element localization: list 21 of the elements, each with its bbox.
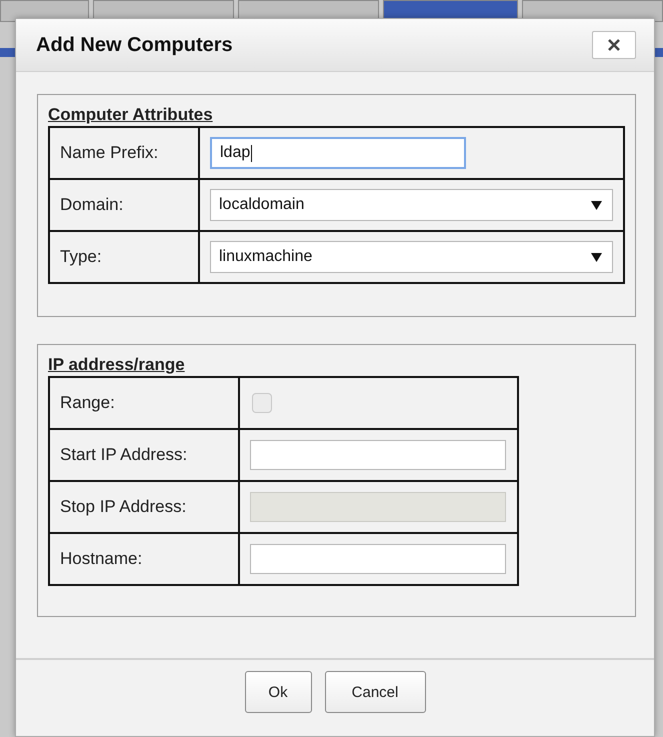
- close-icon: [607, 38, 621, 52]
- text-field[interactable]: ldap: [210, 137, 466, 169]
- field-label: Hostname:: [49, 533, 239, 585]
- section-legend: IP address/range: [48, 355, 185, 375]
- field-label: Name Prefix:: [49, 127, 199, 179]
- text-field[interactable]: [250, 440, 506, 470]
- section-legend: Computer Attributes: [48, 105, 213, 125]
- dropdown[interactable]: localdomain: [210, 189, 613, 221]
- field-label: Stop IP Address:: [49, 481, 239, 533]
- field-label: Range:: [49, 377, 239, 429]
- dialog-button[interactable]: Ok: [244, 671, 312, 713]
- dropdown[interactable]: linuxmachine: [210, 241, 613, 273]
- dropdown-arrow-icon: [591, 252, 602, 262]
- dropdown-arrow-icon: [591, 200, 602, 210]
- field-label: Domain:: [49, 179, 199, 231]
- text-field[interactable]: [250, 544, 506, 574]
- close-button[interactable]: [592, 31, 636, 59]
- field-label: Type:: [49, 231, 199, 283]
- field-label: Start IP Address:: [49, 429, 239, 481]
- dialog-title: Add New Computers: [36, 34, 233, 56]
- dialog-button[interactable]: Cancel: [324, 671, 426, 713]
